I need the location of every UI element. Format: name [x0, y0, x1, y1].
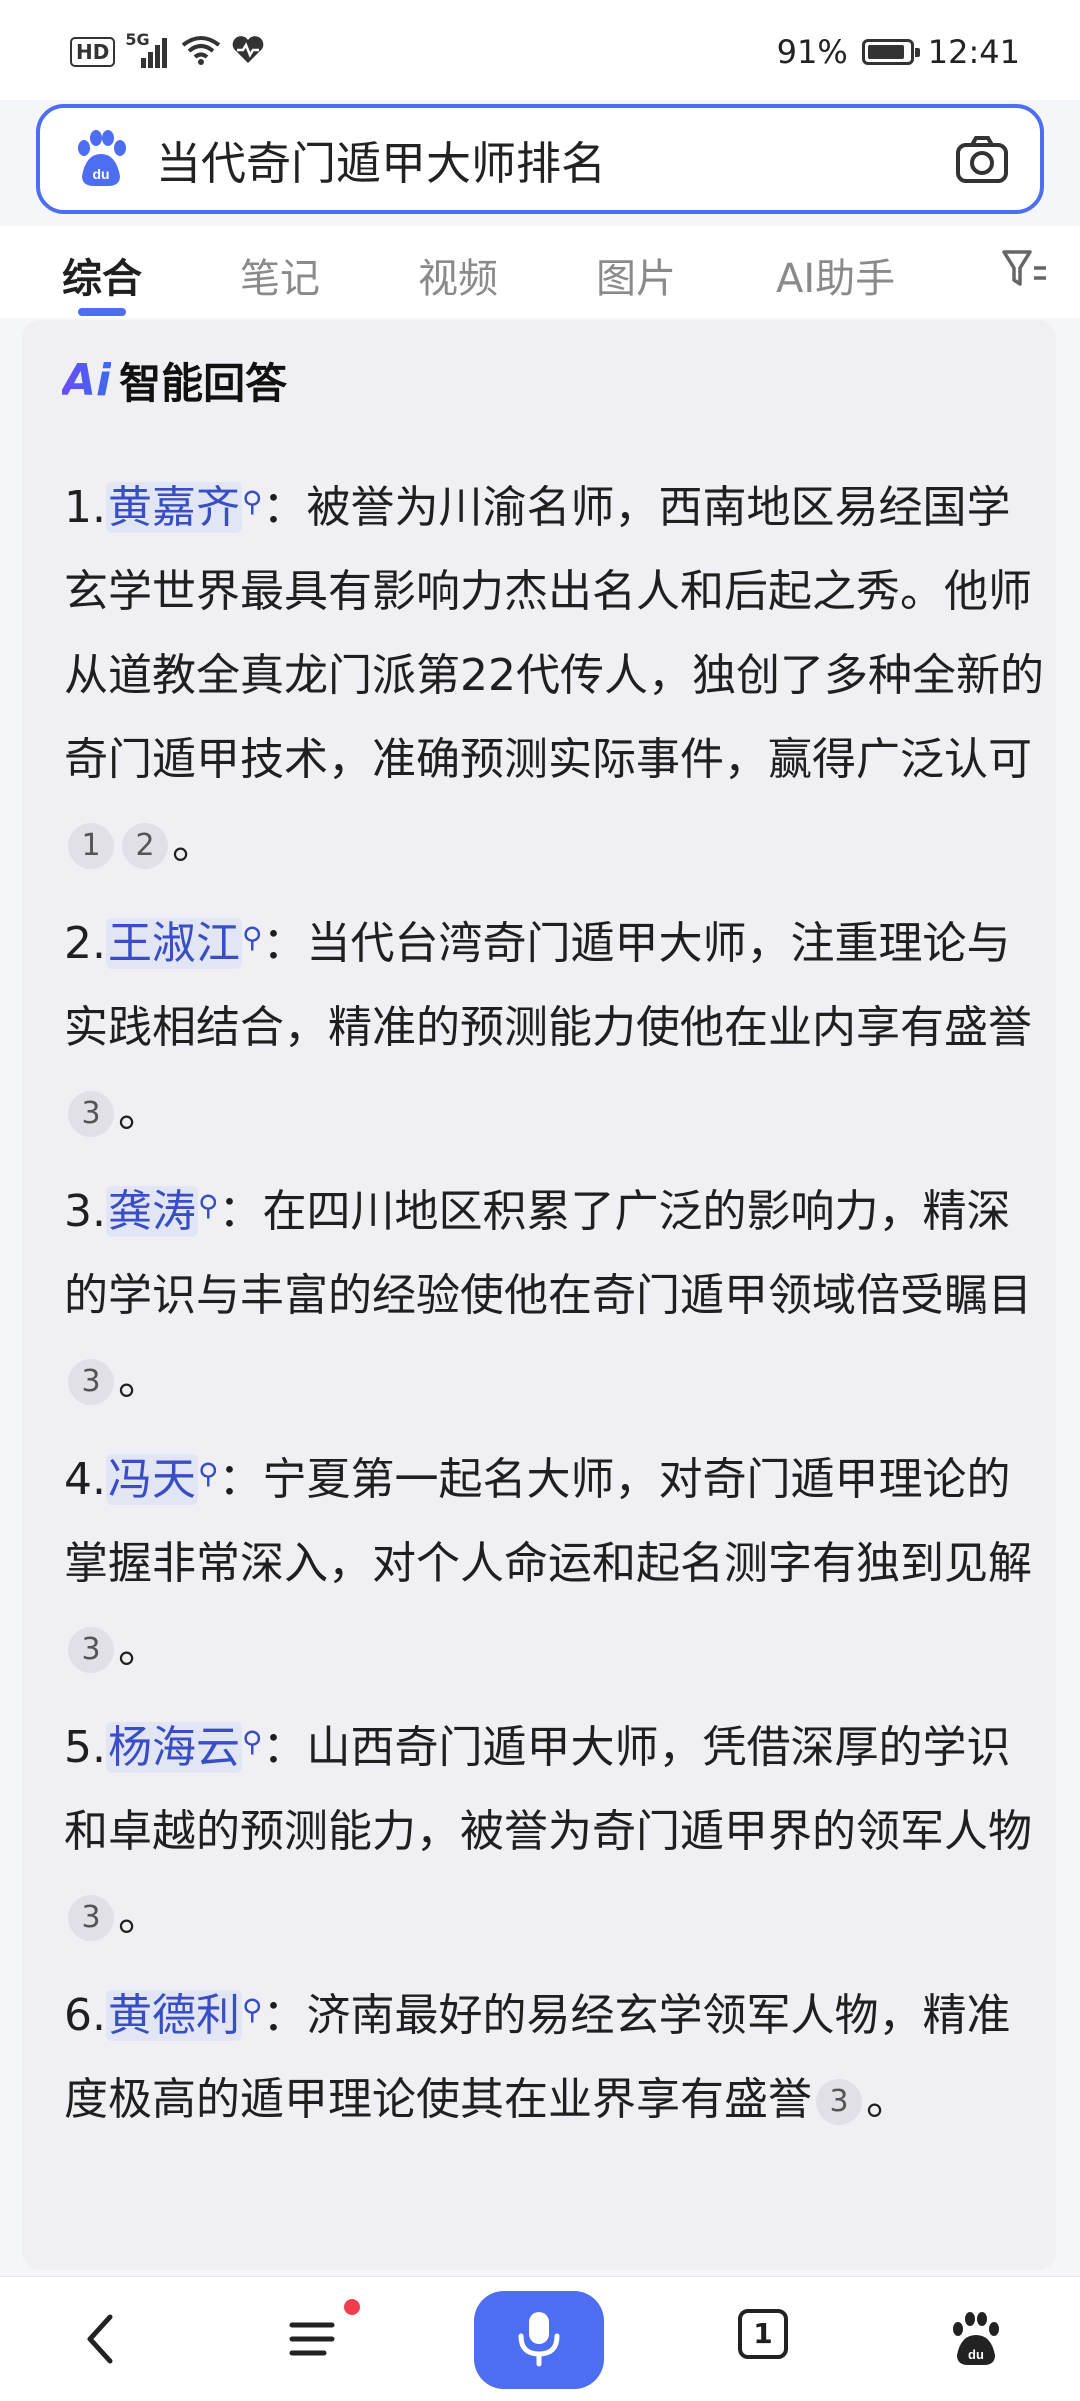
signal-icon: 5G	[125, 30, 171, 70]
search-icon[interactable]: ⚲	[242, 1725, 263, 1758]
person-link[interactable]: 黄嘉齐	[105, 482, 242, 533]
search-icon[interactable]: ⚲	[242, 1993, 263, 2026]
active-tab-indicator	[78, 308, 126, 316]
answer-item: 3.龚涛⚲：在四川地区积累了广泛的影响力，精深的学识与丰富的经验使他在奇门遁甲领…	[64, 1170, 1044, 1422]
answer-item: 2.王淑江⚲：当代台湾奇门遁甲大师，注重理论与实践相结合，精准的预测能力使他在业…	[64, 902, 1044, 1154]
person-link[interactable]: 龚涛	[105, 1186, 198, 1237]
battery-icon	[861, 39, 920, 65]
citation-badge[interactable]: 2	[122, 823, 168, 869]
svg-text:du: du	[968, 2347, 984, 2362]
search-icon[interactable]: ⚲	[198, 1189, 219, 1222]
item-separator: ：	[262, 1990, 307, 2041]
item-end: 。	[118, 1890, 162, 1941]
answer-item: 4.冯天⚲：宁夏第一起名大师，对奇门遁甲理论的掌握非常深入，对个人命运和起名测字…	[64, 1438, 1044, 1690]
person-link[interactable]: 杨海云	[105, 1722, 242, 1773]
tab-bar: 综合 笔记 视频 图片 AI助手	[0, 226, 1080, 318]
item-end: 。	[118, 1354, 162, 1405]
item-number: 3.	[64, 1186, 106, 1237]
person-link[interactable]: 黄德利	[105, 1990, 242, 2041]
citation-badge[interactable]: 3	[68, 1091, 114, 1137]
heart-rate-icon	[231, 35, 265, 69]
answer-item: 6.黄德利⚲：济南最好的易经玄学领军人物，精准度极高的遁甲理论使其在业界享有盛誉…	[64, 1974, 1044, 2142]
item-number: 2.	[64, 918, 106, 969]
tab-images[interactable]: 图片	[596, 246, 676, 304]
search-box[interactable]: du 当代奇门遁甲大师排名	[36, 104, 1044, 214]
status-icons-left: HD 5G	[70, 30, 265, 72]
camera-icon[interactable]	[954, 131, 1010, 187]
notification-dot	[344, 2299, 360, 2315]
person-link[interactable]: 王淑江	[105, 918, 242, 969]
ai-answer-header: Ai 智能回答	[62, 350, 287, 411]
item-end: 。	[172, 818, 216, 869]
filter-icon[interactable]	[1000, 244, 1050, 294]
microphone-icon	[514, 2308, 564, 2372]
item-separator: ：	[262, 1722, 307, 1773]
wifi-icon	[181, 33, 221, 71]
tab-all[interactable]: 综合	[62, 246, 142, 304]
voice-search-button[interactable]	[474, 2291, 604, 2389]
clock: 12:41	[927, 33, 1020, 71]
status-icons-right: 91% 12:41	[777, 30, 1020, 74]
item-end: 。	[866, 2074, 910, 2125]
baidu-home-icon[interactable]: du	[944, 2307, 1008, 2371]
search-input[interactable]: 当代奇门遁甲大师排名	[156, 127, 954, 192]
item-number: 6.	[64, 1990, 106, 2041]
item-separator: ：	[262, 482, 307, 533]
battery-percent: 91%	[776, 33, 848, 71]
hd-badge: HD	[70, 37, 116, 67]
item-separator: ：	[262, 918, 307, 969]
item-number: 4.	[64, 1454, 106, 1505]
citation-badge[interactable]: 3	[68, 1359, 114, 1405]
person-link[interactable]: 冯天	[105, 1454, 198, 1505]
answer-item: 1.黄嘉齐⚲：被誉为川渝名师，西南地区易经国学玄学世界最具有影响力杰出名人和后起…	[64, 466, 1044, 886]
citation-badge[interactable]: 3	[816, 2079, 862, 2125]
ai-answer-title: 智能回答	[119, 359, 288, 408]
item-separator: ：	[218, 1186, 263, 1237]
item-number: 5.	[64, 1722, 106, 1773]
menu-icon[interactable]	[280, 2307, 344, 2371]
item-number: 1.	[64, 482, 106, 533]
search-icon[interactable]: ⚲	[242, 921, 263, 954]
answer-item: 5.杨海云⚲：山西奇门遁甲大师，凭借深厚的学识和卓越的预测能力，被誉为奇门遁甲界…	[64, 1706, 1044, 1958]
status-bar: HD 5G 91% 12:41	[0, 0, 1080, 100]
ai-answer-card: Ai 智能回答 1.黄嘉齐⚲：被誉为川渝名师，西南地区易经国学玄学世界最具有影响…	[22, 320, 1056, 2270]
search-icon[interactable]: ⚲	[242, 485, 263, 518]
item-end: 。	[118, 1086, 162, 1137]
tab-count-button[interactable]: 1	[738, 2309, 788, 2359]
item-end: 。	[118, 1622, 162, 1673]
svg-text:du: du	[92, 166, 109, 182]
ai-logo-icon: Ai	[62, 355, 112, 406]
tab-ai-assistant[interactable]: AI助手	[776, 246, 895, 304]
citation-badge[interactable]: 3	[68, 1895, 114, 1941]
back-icon[interactable]	[70, 2307, 134, 2371]
tab-videos[interactable]: 视频	[418, 246, 498, 304]
bottom-nav-bar: 1 du	[0, 2276, 1080, 2401]
search-icon[interactable]: ⚲	[198, 1457, 219, 1490]
citation-badge[interactable]: 1	[68, 823, 114, 869]
answer-list: 1.黄嘉齐⚲：被誉为川渝名师，西南地区易经国学玄学世界最具有影响力杰出名人和后起…	[64, 466, 1044, 2158]
citation-badge[interactable]: 3	[68, 1627, 114, 1673]
item-separator: ：	[218, 1454, 263, 1505]
baidu-logo-icon: du	[68, 126, 134, 192]
tab-notes[interactable]: 笔记	[240, 246, 320, 304]
